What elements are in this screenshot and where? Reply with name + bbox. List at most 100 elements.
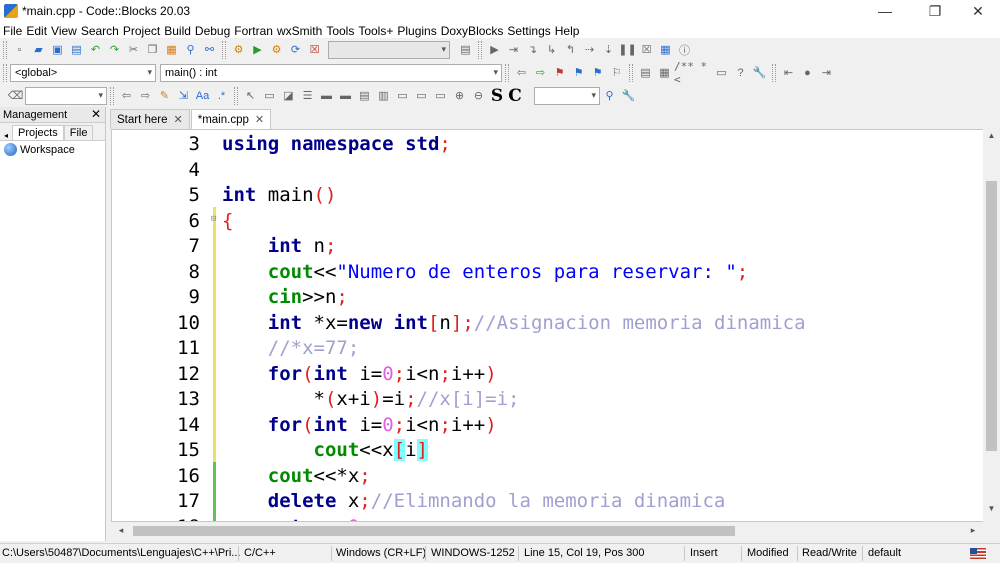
layout-2-icon[interactable]: ▬ [336, 86, 355, 105]
build-and-run-icon[interactable]: ⚙ [267, 40, 286, 59]
toolbar-grip[interactable] [478, 40, 482, 59]
toolbar-grip[interactable] [234, 86, 238, 105]
save-all-icon[interactable]: ▤ [67, 40, 86, 59]
vertical-scrollbar[interactable]: ▲ ▼ [983, 129, 1000, 522]
show-select-target-icon[interactable]: ▤ [456, 40, 475, 59]
code-line[interactable]: 8 cout<<"Numero de enteros para reservar… [112, 260, 986, 286]
jump-forward-icon[interactable]: ⇨ [531, 63, 550, 82]
scope-combo[interactable]: <global> ▾ [10, 63, 156, 82]
close-window-button[interactable]: ✕ [955, 0, 1000, 22]
menu-tools-plus[interactable]: Tools+ [358, 24, 397, 38]
close-icon[interactable]: ✕ [91, 107, 101, 121]
menu-search[interactable]: Search [81, 24, 123, 38]
next-line-icon[interactable]: ↴ [523, 40, 542, 59]
redo-icon[interactable]: ↷ [105, 40, 124, 59]
code-line[interactable]: 3 using namespace std; [112, 132, 986, 158]
step-into-instruction-icon[interactable]: ⇣ [599, 40, 618, 59]
frame-1-icon[interactable]: ▭ [393, 86, 412, 105]
find-previous-icon[interactable]: ⇦ [117, 86, 136, 105]
tab-projects[interactable]: Projects [12, 125, 64, 140]
first-icon[interactable]: ⇤ [779, 63, 798, 82]
menu-edit[interactable]: Edit [26, 24, 51, 38]
vertical-scroll-thumb[interactable] [986, 181, 997, 451]
select-tool-icon[interactable]: ↖ [241, 86, 260, 105]
rect-tool-icon[interactable]: ▭ [260, 86, 279, 105]
menu-file[interactable]: File [3, 24, 26, 38]
menu-view[interactable]: View [51, 24, 81, 38]
thread-search-combo[interactable]: ▾ [534, 86, 600, 105]
thread-search-icon[interactable]: ⚲ [600, 86, 619, 105]
toolbar-grip[interactable] [222, 40, 226, 59]
letter-c-button[interactable]: C [506, 86, 524, 106]
prev-bookmark-icon[interactable]: ⚑ [569, 63, 588, 82]
code-line[interactable]: 18 return 0; [112, 515, 986, 522]
menu-project[interactable]: Project [123, 24, 164, 38]
tab-start-here[interactable]: Start here ✕ [110, 109, 190, 129]
scroll-left-icon[interactable]: ◂ [113, 522, 129, 539]
frame-2-icon[interactable]: ▭ [412, 86, 431, 105]
zoom-in-icon[interactable]: ⊕ [450, 86, 469, 105]
menu-plugins[interactable]: Plugins [397, 24, 440, 38]
function-combo[interactable]: main() : int ▾ [160, 63, 502, 82]
line-comment-icon[interactable]: ▭ [712, 63, 731, 82]
code-line[interactable]: 7 int n; [112, 234, 986, 260]
menu-debug[interactable]: Debug [195, 24, 234, 38]
run-to-cursor-icon[interactable]: ⇥ [504, 40, 523, 59]
menu-tools[interactable]: Tools [326, 24, 358, 38]
various-info-icon[interactable]: ⓘ [675, 40, 694, 59]
menu-build[interactable]: Build [164, 24, 195, 38]
menu-doxyblocks[interactable]: DoxyBlocks [441, 24, 508, 38]
clear-bookmarks-icon[interactable]: ⚐ [607, 63, 626, 82]
bookmark-toggle-icon[interactable]: ⚑ [550, 63, 569, 82]
toolbar-grip[interactable] [772, 63, 776, 82]
menu-help[interactable]: Help [555, 24, 584, 38]
selected-text-icon[interactable]: ⇲ [174, 86, 193, 105]
pause-icon[interactable]: ❚❚ [618, 40, 637, 59]
help-icon[interactable]: ? [731, 63, 750, 82]
block-comment-button[interactable]: /** *< [674, 60, 712, 86]
code-line[interactable]: 14 for(int i=0;i<n;i++) [112, 413, 986, 439]
horizontal-scrollbar[interactable]: ◂ ▸ [111, 522, 983, 539]
scroll-up-icon[interactable]: ▲ [983, 131, 1000, 147]
code-editor[interactable]: ⊟ 3 using namespace std; 4 5 int main() 6{7 i… [111, 129, 987, 522]
code-line[interactable]: 10 int *x=new int[n];//Asignacion memori… [112, 311, 986, 337]
run-icon[interactable]: ▶ [248, 40, 267, 59]
code-line[interactable]: 11 //*x=77; [112, 336, 986, 362]
match-case-button[interactable]: Aa [193, 86, 212, 105]
next-bookmark-icon[interactable]: ⚑ [588, 63, 607, 82]
copy-icon[interactable]: ❐ [143, 40, 162, 59]
minimize-button[interactable]: — [862, 0, 908, 22]
code-line[interactable]: 15 cout<<x[i] [112, 438, 986, 464]
step-into-icon[interactable]: ↳ [542, 40, 561, 59]
code-line[interactable]: 6{ [112, 209, 986, 235]
search-combo[interactable]: ▾ [25, 86, 107, 105]
new-file-icon[interactable]: ▫ [10, 40, 29, 59]
find-icon[interactable]: ⚲ [181, 40, 200, 59]
layout-3-icon[interactable]: ▤ [355, 86, 374, 105]
find-next-icon[interactable]: ⇨ [136, 86, 155, 105]
menu-fortran[interactable]: Fortran [234, 24, 277, 38]
abort-icon[interactable]: ☒ [305, 40, 324, 59]
undo-icon[interactable]: ↶ [86, 40, 105, 59]
close-icon[interactable]: ✕ [174, 113, 183, 126]
close-icon[interactable]: ✕ [255, 113, 264, 126]
step-out-icon[interactable]: ↰ [561, 40, 580, 59]
next-instruction-icon[interactable]: ⇢ [580, 40, 599, 59]
toolbar-grip[interactable] [629, 63, 633, 82]
layout-1-icon[interactable]: ▬ [317, 86, 336, 105]
clear-search-icon[interactable]: ⌫ [6, 86, 25, 105]
maximize-button[interactable]: ❐ [912, 0, 958, 22]
code-line[interactable]: 9 cin>>n; [112, 285, 986, 311]
jump-back-icon[interactable]: ⇦ [512, 63, 531, 82]
last-icon[interactable]: ⇥ [817, 63, 836, 82]
toolbar-grip[interactable] [110, 86, 114, 105]
horizontal-scroll-thumb[interactable] [133, 526, 735, 536]
preferences-icon[interactable]: 🔧 [750, 63, 769, 82]
menu-wxsmith[interactable]: wxSmith [277, 24, 326, 38]
debugging-windows-icon[interactable]: ▦ [656, 40, 675, 59]
shape-tool-icon[interactable]: ◪ [279, 86, 298, 105]
code-line[interactable]: 4 [112, 158, 986, 184]
toolbar-grip[interactable] [3, 63, 7, 82]
stop-debugger-icon[interactable]: ☒ [637, 40, 656, 59]
rebuild-icon[interactable]: ⟳ [286, 40, 305, 59]
